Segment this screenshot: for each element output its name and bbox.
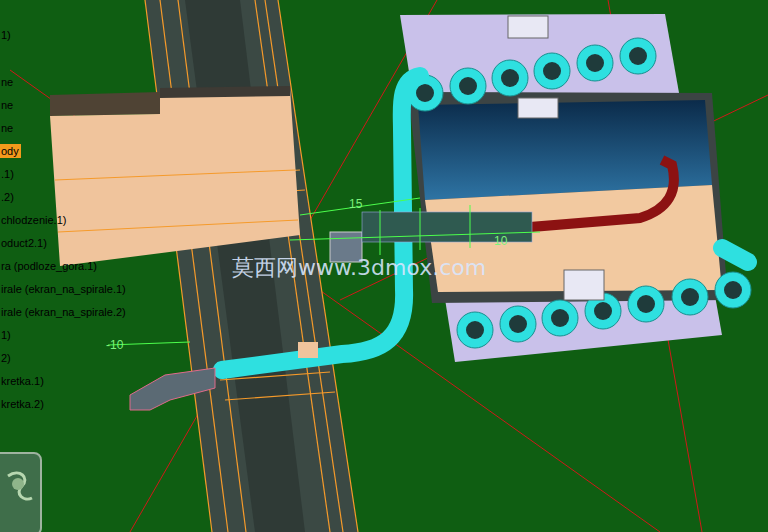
axis-lines xyxy=(10,0,768,532)
tree-item-label[interactable]: ne xyxy=(0,98,15,112)
tree-item-label[interactable]: irale (ekran_na_spirale.1) xyxy=(0,282,128,296)
tree-item-label[interactable]: chlodzenie.1) xyxy=(0,213,68,227)
tree-item-label[interactable]: ne xyxy=(0,75,15,89)
cooling-pipe xyxy=(222,76,748,370)
tree-item-label[interactable]: .1) xyxy=(0,167,16,181)
tree-item-label[interactable]: kretka.2) xyxy=(0,397,46,411)
model-drawing[interactable]: 15 10 -10 莫西网www.3dmox.com xyxy=(0,0,768,532)
tree-item-label[interactable]: 1) xyxy=(0,28,13,42)
tree-item[interactable]: irale (ekran_na_spirale.2) xyxy=(0,301,128,324)
tree-item-label[interactable]: oduct2.1) xyxy=(0,236,49,250)
tree-item-label[interactable]: 2) xyxy=(0,351,13,365)
tree-item[interactable]: chlodzenie.1) xyxy=(0,209,128,232)
tree-item[interactable]: 2) xyxy=(0,347,128,370)
specification-tree[interactable]: 1) ne ne ne ody .1) .2) chlodzenie.1) oduct2.1) r… xyxy=(0,0,128,416)
tree-item[interactable]: 1) xyxy=(0,24,128,47)
tree-item-label[interactable]: ody xyxy=(0,144,21,158)
watermark: 莫西网www.3dmox.com xyxy=(232,255,486,280)
tree-item[interactable]: kretka.2) xyxy=(0,393,128,416)
tree-item-label[interactable]: .2) xyxy=(0,190,16,204)
tree-item[interactable]: ody xyxy=(0,140,128,163)
furnace-unit[interactable] xyxy=(400,14,751,362)
tree-item[interactable]: kretka.1) xyxy=(0,370,128,393)
tree-item-label[interactable]: irale (ekran_na_spirale.2) xyxy=(0,305,128,319)
cad-viewport[interactable]: 15 10 -10 莫西网www.3dmox.com 1) ne ne ne ody .1… xyxy=(0,0,768,532)
dimension-label[interactable]: 15 xyxy=(349,197,363,211)
tree-item[interactable]: ne xyxy=(0,71,128,94)
tree-item-label[interactable]: 1) xyxy=(0,328,13,342)
tree-item[interactable]: oduct2.1) xyxy=(0,232,128,255)
tree-item[interactable]: irale (ekran_na_spirale.1) xyxy=(0,278,128,301)
compass-icon[interactable] xyxy=(0,452,42,532)
tree-item[interactable]: ne xyxy=(0,94,128,117)
tree-item-label[interactable]: kretka.1) xyxy=(0,374,46,388)
dimension-label[interactable]: 10 xyxy=(494,234,508,248)
tree-item[interactable]: ne xyxy=(0,117,128,140)
base-slab xyxy=(50,86,300,266)
dimension-label[interactable]: -10 xyxy=(106,338,124,352)
tree-item[interactable]: .2) xyxy=(0,186,128,209)
connector-block xyxy=(108,198,540,410)
tree-item-label[interactable]: ne xyxy=(0,121,15,135)
tree-item-label[interactable]: ra (podloze_gora.1) xyxy=(0,259,99,273)
tree-item[interactable]: 1) xyxy=(0,324,128,347)
tree-item[interactable]: .1) xyxy=(0,163,128,186)
tree-item[interactable]: ra (podloze_gora.1) xyxy=(0,255,128,278)
